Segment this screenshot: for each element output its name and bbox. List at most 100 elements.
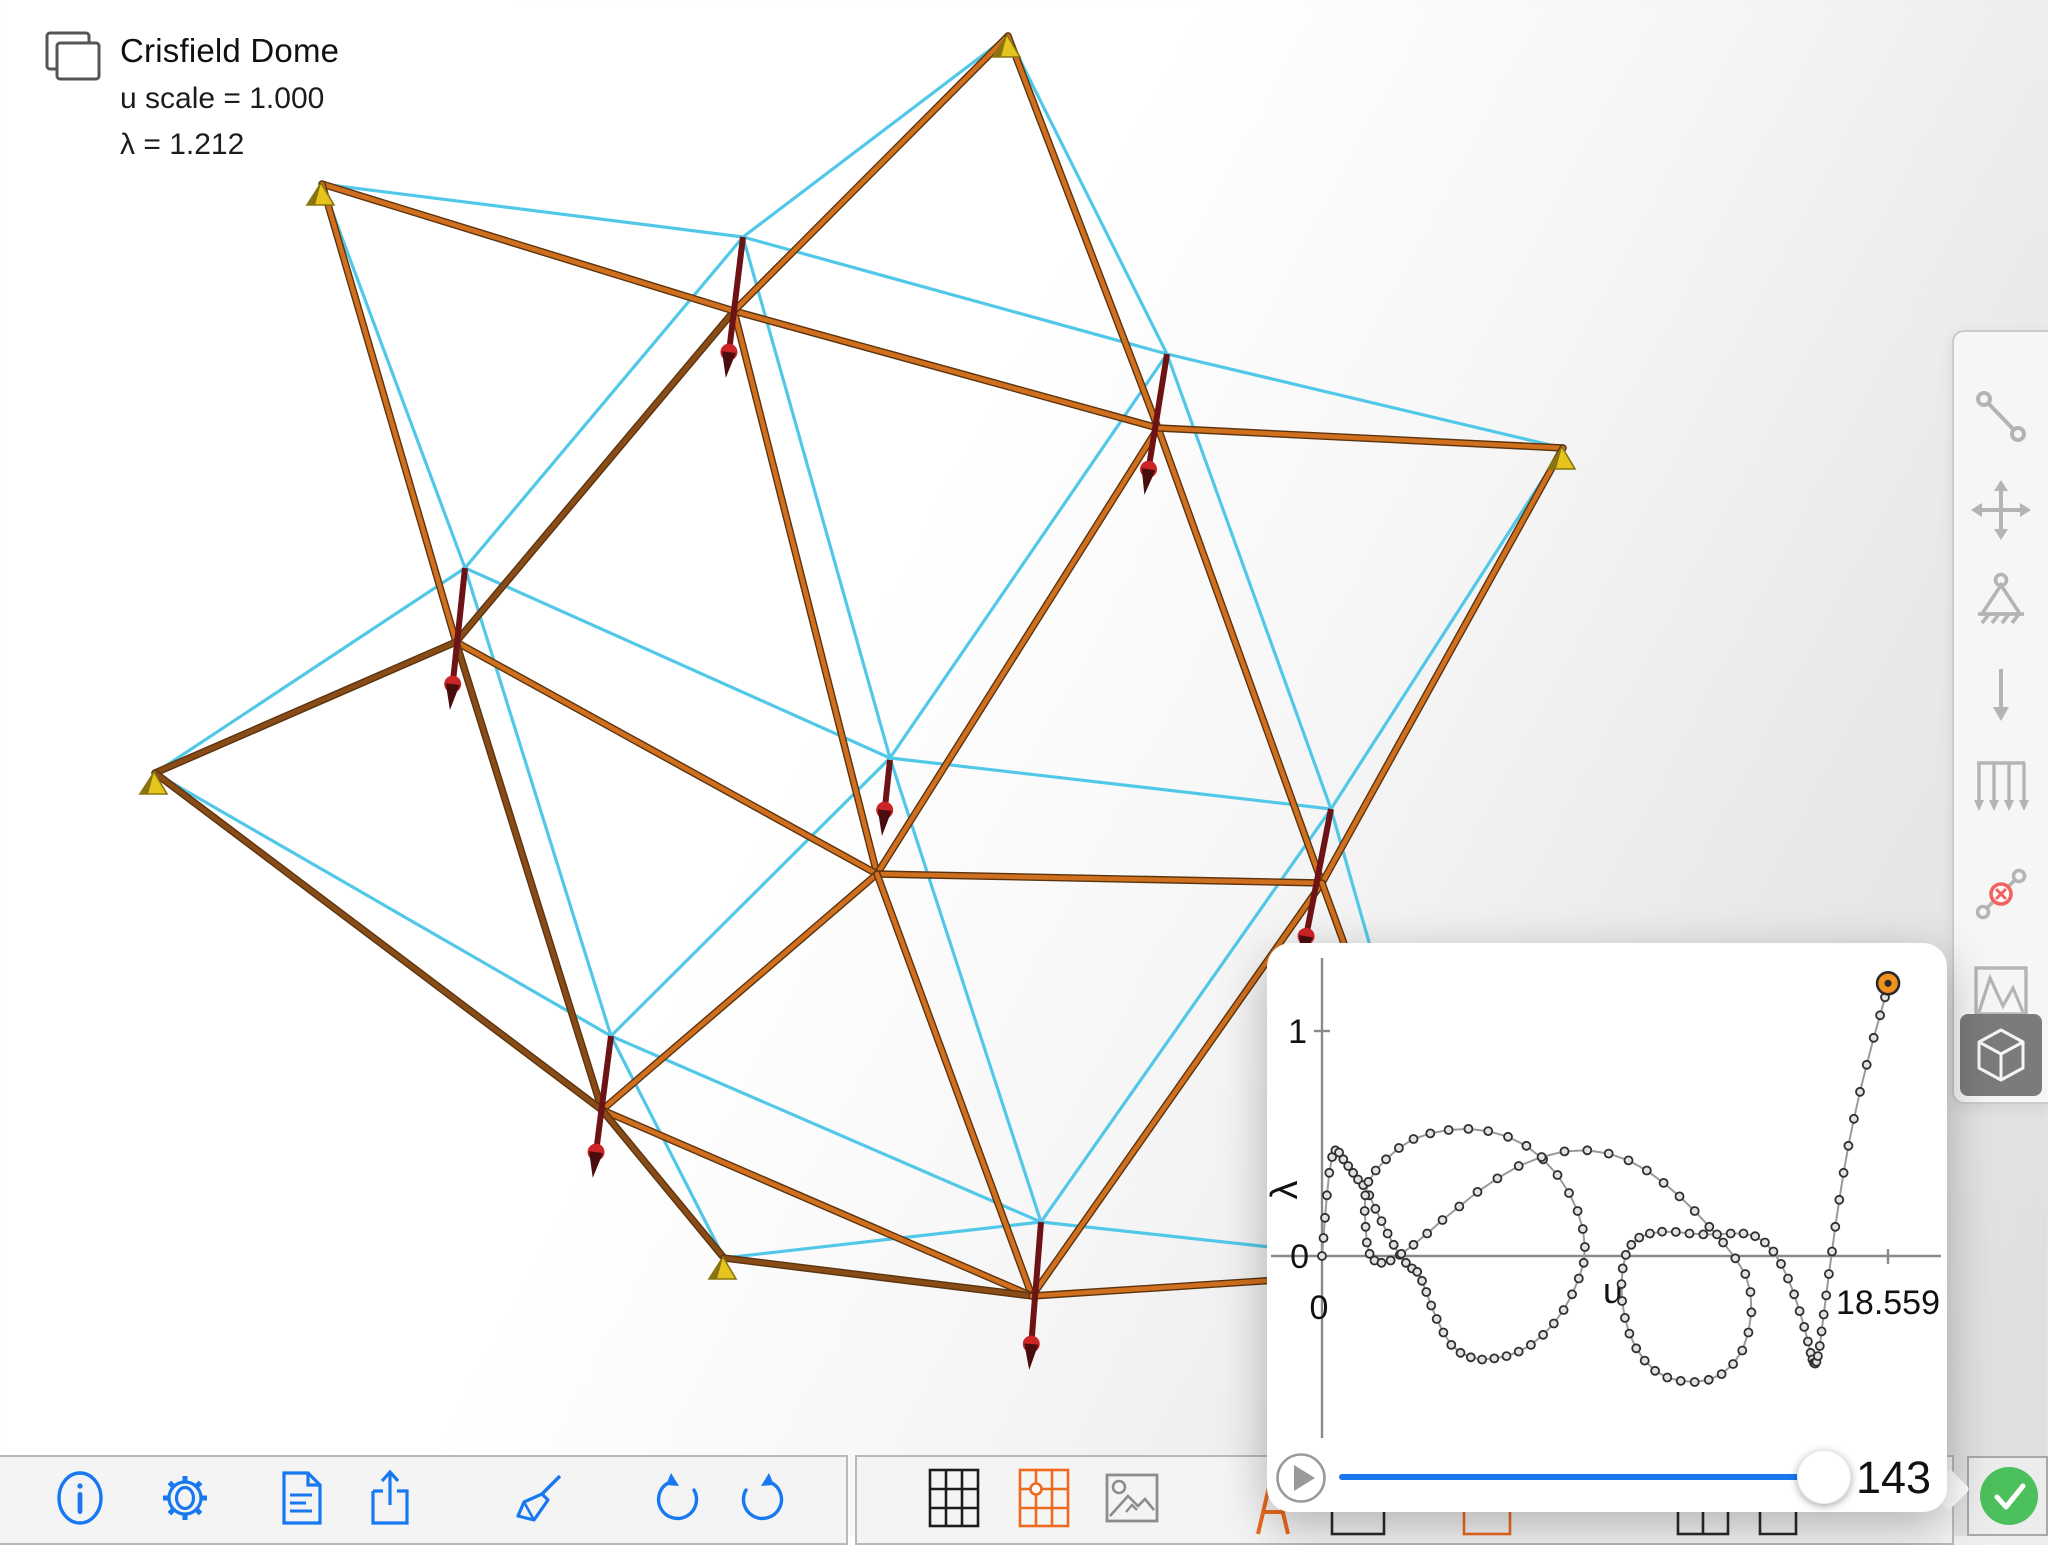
curve-point [1627,1241,1635,1249]
curve-point [1395,1144,1403,1152]
curve-point [1361,1191,1369,1199]
step-slider-track[interactable] [1339,1474,1801,1480]
load-arrow-head [589,1151,603,1178]
member-undeformed [890,354,1167,758]
curve-point [1705,1223,1713,1231]
curve-point [1574,1207,1582,1215]
curve-point [1800,1323,1808,1331]
confirm-button[interactable] [1980,1467,2038,1525]
curve-point [1705,1376,1713,1384]
curve-point [1741,1270,1749,1278]
curve-point [1731,1254,1739,1262]
curve-point [1413,1268,1421,1276]
tool-member[interactable] [1960,376,2042,458]
member-deformed [734,311,1158,428]
curve [1318,979,1892,1386]
curve-point [1372,1167,1380,1175]
curve-point [1384,1230,1392,1238]
curve-point [1397,1250,1405,1258]
info-icon [54,1470,106,1526]
curve-point [1467,1353,1475,1361]
curve-point [1691,1378,1699,1386]
curve-point [1423,1230,1431,1238]
confirm-panel [1967,1456,2048,1536]
curve-point [1820,1311,1828,1319]
curve-point [1490,1354,1498,1362]
member-deformed [1158,428,1563,448]
curve-point [1565,1189,1573,1197]
curve-point [1677,1377,1685,1385]
tool-distributed-load[interactable] [1960,745,2042,827]
member-undeformed [1167,354,1331,809]
equilibrium-path-chart: 1 0 0 18.559 u λ [1267,943,1947,1512]
curve-point [1493,1174,1501,1182]
curve-point [1740,1230,1748,1238]
curve-point [1738,1347,1746,1355]
member-deformed [877,428,1158,874]
info-button[interactable] [45,1457,115,1539]
curve-point [1619,1264,1627,1272]
redo-button[interactable] [725,1457,795,1539]
member-deformed [322,184,734,311]
curve-point [1651,1367,1659,1375]
curve-point [1605,1150,1613,1158]
tool-point-load[interactable] [1960,653,2042,735]
curve-point [1844,1142,1852,1150]
point-load-icon [1970,663,2032,725]
member-undeformed [322,184,743,237]
grid-view-button[interactable] [919,1457,989,1539]
tool-move[interactable] [1960,469,2042,551]
document-icon [278,1469,326,1527]
curve-point [1719,1239,1727,1247]
curve-point [1840,1169,1848,1177]
curve-point [1580,1259,1588,1267]
curve-point [1382,1155,1390,1163]
curve-point [1632,1344,1640,1352]
play-button[interactable] [1275,1452,1327,1504]
curve-point [1426,1129,1434,1137]
current-point-marker[interactable] [1877,972,1899,994]
curve-point [1660,1179,1668,1187]
tool-view-3d[interactable] [1960,1014,2042,1096]
curve-point [1850,1115,1858,1123]
curve-point [1439,1216,1447,1224]
step-slider-thumb[interactable] [1797,1450,1851,1504]
curve-point [1550,1320,1558,1328]
grid-node-view-button[interactable] [1009,1457,1079,1539]
curve-point [1538,1153,1546,1161]
image-view-button[interactable] [1097,1457,1167,1539]
settings-button[interactable] [150,1457,220,1539]
redo-icon [732,1470,788,1526]
member-deformed [734,311,877,874]
load-arrow-head [878,809,892,836]
curve-point [1727,1230,1735,1238]
tool-support[interactable] [1960,560,2042,642]
y-axis-label: λ [1267,1181,1306,1200]
curve-point [1433,1315,1441,1323]
curve-point [1870,1034,1878,1042]
chart-popover: 1 0 0 18.559 u λ [1267,943,1947,1512]
member-deformed [734,36,1008,311]
clean-button[interactable] [503,1457,573,1539]
curve-point [1515,1162,1523,1170]
tool-remove-member[interactable] [1960,853,2042,935]
curve-point [1863,1061,1871,1069]
step-readout: 143 [1856,1452,1942,1504]
plot-icon [1970,960,2032,1022]
curve-point [1439,1329,1447,1337]
share-button[interactable] [355,1457,425,1539]
curve-point [1618,1297,1626,1305]
x-tick-label-max: 18.559 [1836,1284,1940,1322]
curve-point [1371,1205,1379,1213]
y-tick-label-0: 0 [1290,1238,1309,1276]
member-undeformed [322,184,465,568]
member-deformed [322,184,456,642]
layers-windows-icon[interactable] [44,30,104,84]
undo-button[interactable] [645,1457,715,1539]
curve-point [1484,1127,1492,1135]
curve-point [1729,1360,1737,1368]
curve-point [1747,1308,1755,1316]
checkmark-icon [1980,1467,2038,1525]
load-arrow-head [722,351,736,378]
document-button[interactable] [267,1457,337,1539]
